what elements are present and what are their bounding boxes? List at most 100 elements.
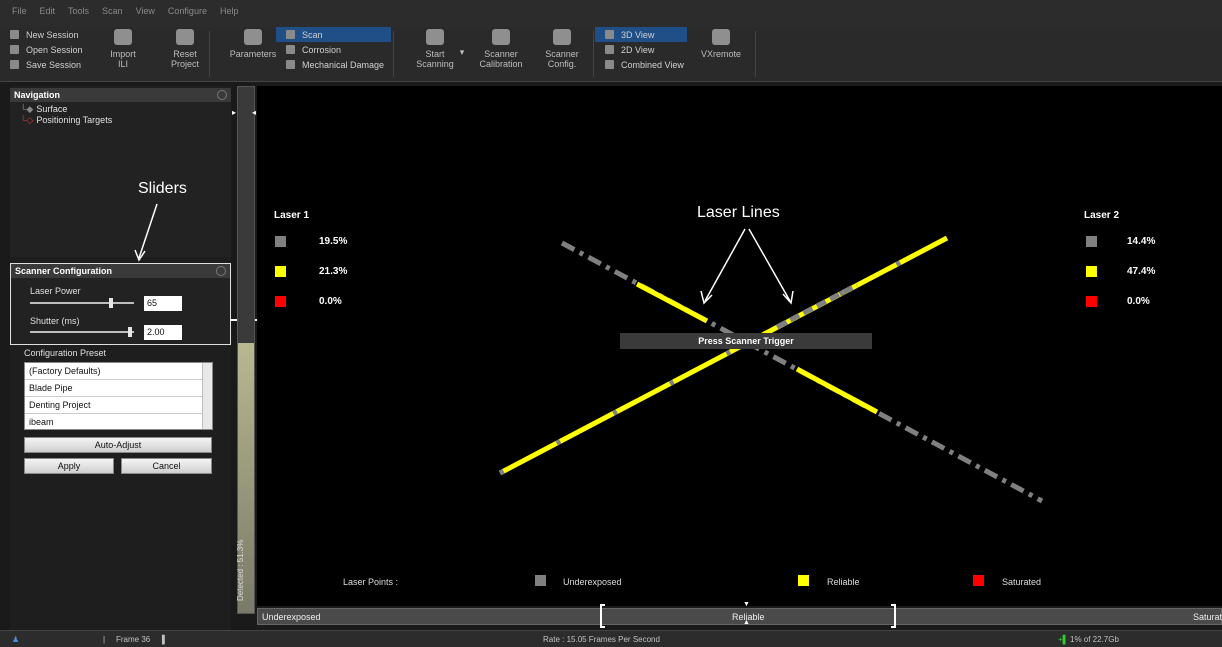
laser-1-reliable-value: 21.3%: [319, 266, 348, 277]
underexposed-swatch: [535, 575, 546, 586]
exposure-range-left-handle[interactable]: [600, 604, 605, 628]
open-session-button[interactable]: Open Session: [0, 42, 95, 57]
exposure-range-right-handle[interactable]: [891, 604, 896, 628]
ribbon-separator: [593, 31, 594, 77]
scanner-calibration-button[interactable]: Scanner Calibration: [476, 29, 526, 69]
preset-scrollbar[interactable]: [202, 363, 212, 429]
laser-lines-arrow: [748, 228, 791, 302]
new-session-button[interactable]: New Session: [0, 27, 95, 42]
ribbon-separator: [393, 31, 394, 77]
preset-item[interactable]: Denting Project: [25, 397, 203, 414]
laser-points-label: Laser Points :: [343, 577, 399, 587]
scanner-configuration-panel: Scanner Configuration Laser Power 65 Shu…: [10, 263, 231, 345]
mode-group: Scan Corrosion Mechanical Damage: [276, 27, 391, 82]
ribbon-separator: [209, 31, 210, 77]
frame-counter: Frame 36: [116, 635, 151, 644]
tree-line-icon: └◆: [20, 104, 34, 114]
navigation-title: Navigation: [14, 90, 61, 100]
view-2d-label: 2D View: [621, 44, 655, 55]
view-group: 3D View 2D View Combined View: [595, 27, 687, 82]
reset-project-label: Reset Project: [170, 49, 199, 69]
reset-icon: [176, 29, 194, 45]
view-3d[interactable]: 3D View: [595, 27, 687, 42]
mode-mechanical-damage[interactable]: Mechanical Damage: [276, 57, 391, 72]
ribbon-toolbar: New Session Open Session Save Session Im…: [0, 27, 1222, 82]
configuration-preset-list[interactable]: (Factory Defaults) Blade Pipe Denting Pr…: [24, 362, 213, 430]
start-scanning-button[interactable]: Start Scanning: [410, 29, 460, 69]
mode-scan[interactable]: Scan: [276, 27, 391, 42]
import-icon: [114, 29, 132, 45]
reliable-swatch: [275, 266, 286, 277]
save-session-label: Save Session: [26, 59, 82, 70]
menu-file[interactable]: File: [12, 6, 27, 16]
shutter-slider[interactable]: [30, 331, 134, 333]
3d-view-icon: [605, 30, 614, 39]
preset-item[interactable]: Blade Pipe: [25, 380, 203, 397]
menu-view[interactable]: View: [136, 6, 155, 16]
underexposed-swatch: [1086, 236, 1097, 247]
auto-adjust-button[interactable]: Auto-Adjust: [24, 437, 212, 453]
gauge-pointer-left-icon: ▸: [232, 108, 237, 117]
menu-help[interactable]: Help: [220, 6, 239, 16]
view-3d-label: 3D View: [621, 29, 655, 40]
menu-configure[interactable]: Configure: [168, 6, 207, 16]
start-scanning-dropdown[interactable]: ▾: [458, 47, 466, 57]
laser-1-underexposed-value: 19.5%: [319, 236, 348, 247]
nav-item-positioning-targets[interactable]: └◇ Positioning Targets: [10, 115, 231, 126]
navigation-panel: Navigation └◆ Surface └◇ Positioning Targe…: [10, 88, 231, 257]
saturated-legend-label: Saturated: [1002, 577, 1042, 587]
preset-item[interactable]: ibeam: [25, 414, 203, 431]
gauge-pointer-right-icon: ◂: [252, 108, 257, 117]
preset-item[interactable]: (Factory Defaults): [25, 363, 203, 380]
mode-corrosion-label: Corrosion: [302, 44, 342, 55]
navigation-header: Navigation: [10, 88, 231, 102]
menu-bar: File Edit Tools Scan View Configure Help: [0, 0, 1222, 27]
new-session-icon: [10, 30, 19, 39]
menu-scan[interactable]: Scan: [102, 6, 123, 16]
3d-viewport[interactable]: Laser Lines Laser 1 19.5% 21.3% 0.0% Las…: [257, 86, 1222, 606]
cancel-button[interactable]: Cancel: [121, 458, 212, 474]
view-combined[interactable]: Combined View: [595, 57, 687, 72]
mode-corrosion[interactable]: Corrosion: [276, 42, 391, 57]
import-ili-label: Import ILI: [110, 49, 136, 69]
2d-view-icon: [605, 45, 614, 54]
collapse-icon[interactable]: [217, 90, 227, 100]
start-scanning-label: Start Scanning: [416, 49, 454, 69]
menu-edit[interactable]: Edit: [40, 6, 56, 16]
scan-icon: [286, 30, 295, 39]
reliable-legend-label: Reliable: [827, 577, 860, 587]
import-ili-button[interactable]: Import ILI: [103, 29, 143, 69]
save-session-icon: [10, 60, 19, 69]
shutter-input[interactable]: 2.00: [144, 325, 182, 340]
status-bar: ♟ | Frame 36 ▐ Rate : 15.05 Frames Per S…: [0, 630, 1222, 647]
apply-button[interactable]: Apply: [24, 458, 114, 474]
shutter-slider-thumb[interactable]: [127, 327, 132, 337]
exposure-bar: Underexposed Reliable Saturated ▼ ▲: [257, 601, 1222, 628]
reset-project-button[interactable]: Reset Project: [165, 29, 205, 69]
save-session-button[interactable]: Save Session: [0, 57, 95, 72]
vxremote-button[interactable]: VXremote: [696, 29, 746, 59]
laser-2-saturated-value: 0.0%: [1127, 296, 1150, 307]
collapse-icon[interactable]: [216, 266, 226, 276]
saturated-swatch: [973, 575, 984, 586]
nav-item-surface[interactable]: └◆ Surface: [10, 104, 231, 115]
mode-scan-label: Scan: [302, 29, 323, 40]
nav-item-surface-label: Surface: [36, 104, 68, 114]
menu-tools[interactable]: Tools: [68, 6, 89, 16]
parameters-button[interactable]: Parameters: [227, 29, 279, 59]
exposure-marker-bottom-icon: ▲: [743, 619, 750, 626]
laser-line-1-reliable-segment: [635, 281, 709, 324]
combined-view-icon: [605, 60, 614, 69]
laser-power-slider-thumb[interactable]: [109, 298, 114, 308]
target-icon: └◇: [20, 115, 34, 125]
parameters-icon: [244, 29, 262, 45]
laser-power-label: Laser Power: [30, 286, 81, 296]
sliders-annotation: Sliders: [138, 180, 187, 197]
scanner-config-button[interactable]: Scanner Config.: [537, 29, 587, 69]
laser-power-slider[interactable]: [30, 302, 134, 304]
saturated-swatch: [1086, 296, 1097, 307]
vxremote-icon: [712, 29, 730, 45]
exposure-marker-top-icon: ▼: [743, 601, 750, 608]
laser-power-input[interactable]: 65: [144, 296, 182, 311]
view-2d[interactable]: 2D View: [595, 42, 687, 57]
